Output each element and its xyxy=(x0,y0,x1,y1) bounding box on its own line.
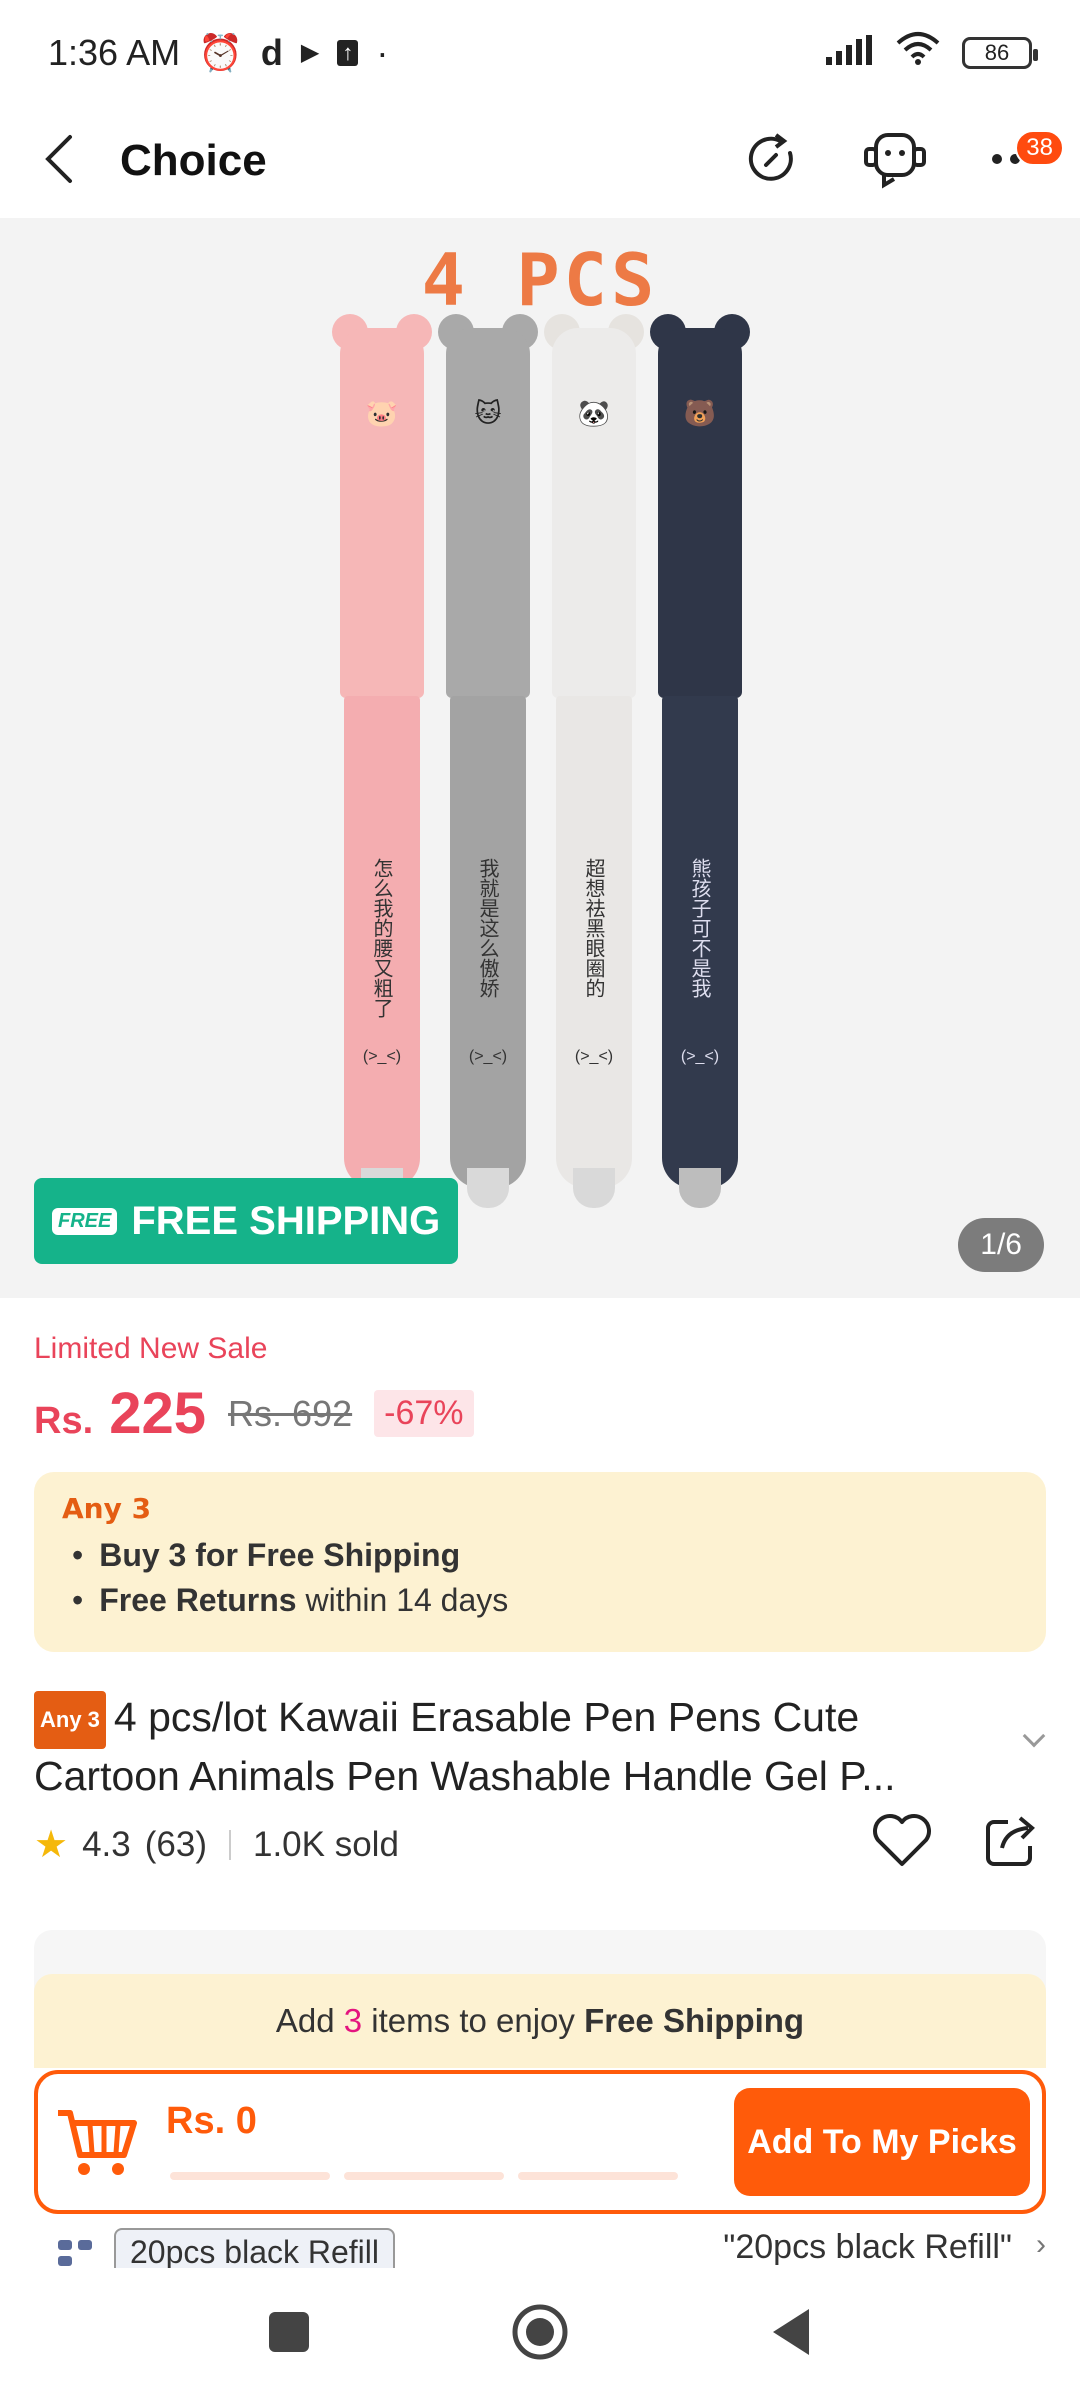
back-icon[interactable] xyxy=(40,133,80,190)
product-title-text: 4 pcs/lot Kawaii Erasable Pen Pens Cute … xyxy=(34,1694,896,1800)
dot-icon: · xyxy=(376,31,389,73)
promo-line2-rest: within 14 days xyxy=(296,1582,509,1618)
chevron-right-icon[interactable]: › xyxy=(1036,2228,1046,2262)
pen-panda: 🐼 超想祛黑眼圈的 (>_<) xyxy=(544,314,644,1208)
back-nav-icon[interactable] xyxy=(769,2307,813,2362)
free-shipping-progress-note: Add 3 items to enjoy Free Shipping xyxy=(34,1974,1046,2068)
page-title: Choice xyxy=(120,136,267,185)
progress-segment xyxy=(170,2172,330,2180)
product-actions xyxy=(872,1812,1040,1873)
review-count: (63) xyxy=(144,1824,207,1864)
price-row: Rs. 225 Rs. 692 -67% xyxy=(34,1380,474,1447)
upload-icon: ↑ xyxy=(337,39,359,66)
cart-bar: Rs. 0 Add To My Picks xyxy=(34,2070,1046,2214)
divider xyxy=(228,1829,231,1860)
variant-row[interactable]: 20pcs black Refill "20pcs black Refill" … xyxy=(34,2228,1046,2268)
play-icon: ▶ xyxy=(300,39,320,66)
home-icon[interactable] xyxy=(511,2303,569,2366)
pen-text: 怎么我的腰又粗了 xyxy=(370,858,394,1018)
promo-line1: Buy 3 for Free Shipping xyxy=(99,1537,461,1573)
d-app-icon: d xyxy=(260,31,283,73)
cat-face-icon: 🐱 xyxy=(474,398,502,428)
star-icon: ★ xyxy=(34,1824,69,1866)
note-bold: Free Shipping xyxy=(584,2002,805,2039)
variant-icon xyxy=(56,2236,96,2268)
pig-face-icon: 🐷 xyxy=(365,398,399,428)
rating-value: 4.3 xyxy=(82,1824,131,1864)
sold-count: 1.0K sold xyxy=(252,1824,399,1864)
system-nav-bar xyxy=(0,2268,1080,2400)
battery-level: 86 xyxy=(984,39,1010,65)
promo-item: Free Returns within 14 days xyxy=(62,1582,1018,1619)
pen-face-text: (>_<) xyxy=(680,1048,720,1065)
discount-badge: -67% xyxy=(374,1390,474,1437)
add-to-picks-button[interactable]: Add To My Picks xyxy=(734,2088,1030,2196)
note-count: 3 xyxy=(343,2002,363,2039)
original-price: Rs. 692 xyxy=(228,1392,353,1434)
more-icon[interactable]: 38 xyxy=(990,129,1064,171)
pen-cat: 🐱 我就是这么傲娇 (>_<) xyxy=(438,314,538,1208)
pen-text: 我就是这么傲娇 xyxy=(476,858,500,998)
currency: Rs. xyxy=(34,1400,94,1442)
promo-item: Buy 3 for Free Shipping xyxy=(62,1537,1018,1574)
recents-icon[interactable] xyxy=(267,2310,311,2359)
pen-face-text: (>_<) xyxy=(468,1048,508,1065)
status-bar: 1:36 AM ⏰ d ▶ ↑ · 86 xyxy=(0,0,1080,105)
price-value: 225 xyxy=(109,1381,207,1446)
bear-face-icon: 🐻 xyxy=(683,398,717,428)
panda-face-icon: 🐼 xyxy=(577,398,611,428)
product-image-carousel[interactable]: 4 PCS 🐷 怎么我的腰又粗了 (>_<) 🐱 我就是这么傲娇 (>_<) 🐼… xyxy=(0,218,1080,1298)
promo-box[interactable]: Any 3 Buy 3 for Free Shipping Free Retur… xyxy=(34,1472,1046,1652)
current-price: Rs. 225 xyxy=(34,1380,206,1447)
cart-total: Rs. 0 xyxy=(166,2100,257,2142)
pen-text: 超想祛黑眼圈的 xyxy=(582,858,606,998)
battery-icon: 86 xyxy=(962,36,1038,69)
history-icon[interactable] xyxy=(744,131,800,192)
any3-badge: Any 3 xyxy=(34,1691,106,1750)
image-headline: 4 PCS xyxy=(421,238,659,322)
variant-chip[interactable]: 20pcs black Refill xyxy=(114,2228,395,2268)
variant-value: "20pcs black Refill" xyxy=(723,2228,1012,2266)
pen-face-text: (>_<) xyxy=(574,1048,614,1065)
promo-line2-bold: Free Returns xyxy=(99,1582,297,1618)
progress-segment xyxy=(344,2172,504,2180)
pen-pig: 🐷 怎么我的腰又粗了 (>_<) xyxy=(332,314,432,1208)
note-mid: items to enjoy xyxy=(362,2002,585,2039)
free-shipping-label: FREE SHIPPING xyxy=(131,1198,441,1243)
progress-bar xyxy=(170,2172,678,2180)
alarm-icon: ⏰ xyxy=(198,31,243,73)
app-header: Choice 38 xyxy=(0,105,1080,217)
signal-icon xyxy=(826,32,874,74)
customer-service-icon[interactable] xyxy=(860,129,930,194)
free-shipping-badge: FREE FREE SHIPPING xyxy=(34,1178,458,1264)
heart-icon[interactable] xyxy=(872,1812,932,1873)
note-pre: Add xyxy=(275,2002,344,2039)
rating-row[interactable]: ★ 4.3 (63) 1.0K sold xyxy=(34,1822,399,1867)
sale-label: Limited New Sale xyxy=(34,1332,268,1365)
image-counter: 1/6 xyxy=(958,1218,1044,1272)
product-title[interactable]: Any 34 pcs/lot Kawaii Erasable Pen Pens … xyxy=(34,1690,1014,1803)
wifi-icon xyxy=(896,31,940,74)
pen-text: 熊孩子可不是我 xyxy=(688,858,712,998)
free-truck-icon: FREE xyxy=(52,1207,118,1235)
share-icon[interactable] xyxy=(984,1812,1040,1873)
progress-segment xyxy=(518,2172,678,2180)
chevron-down-icon[interactable] xyxy=(1022,1724,1046,1748)
pen-bear: 🐻 熊孩子可不是我 (>_<) xyxy=(650,314,750,1208)
cart-icon[interactable] xyxy=(54,2097,140,2188)
promo-tag: Any 3 xyxy=(62,1492,152,1525)
pen-face-text: (>_<) xyxy=(362,1048,402,1065)
notification-badge: 38 xyxy=(1015,129,1064,166)
status-time: 1:36 AM xyxy=(48,31,181,73)
